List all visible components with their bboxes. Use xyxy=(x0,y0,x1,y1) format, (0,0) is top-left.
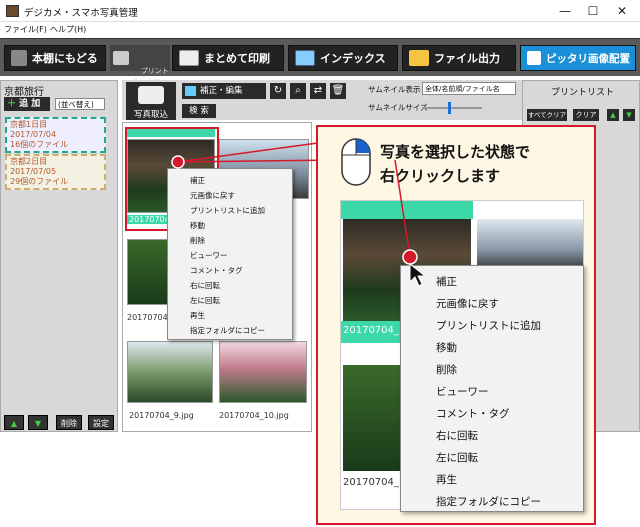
zctx-rotate-right: 右に回転 xyxy=(436,430,478,442)
zctx-delete: 削除 xyxy=(436,364,457,376)
zctx-play: 再生 xyxy=(436,474,457,486)
zctx-correct: 補正 xyxy=(436,276,457,288)
zctx-move: 移動 xyxy=(436,342,457,354)
zoomed-context-menu: 補正 元画像に戻す プリントリストに追加 移動 削除 ビューワー コメント・タグ… xyxy=(400,265,584,512)
zctx-viewer: ビューワー xyxy=(436,386,489,398)
zctx-rotate-left: 左に回転 xyxy=(436,452,478,464)
zctx-add-printlist: プリントリストに追加 xyxy=(436,320,541,332)
cursor-arrow-icon xyxy=(409,262,427,287)
zctx-restore: 元画像に戻す xyxy=(436,298,499,310)
zctx-copy-to-folder: 指定フォルダにコピー xyxy=(436,496,541,508)
zctx-comment-tag: コメント・タグ xyxy=(436,408,510,420)
